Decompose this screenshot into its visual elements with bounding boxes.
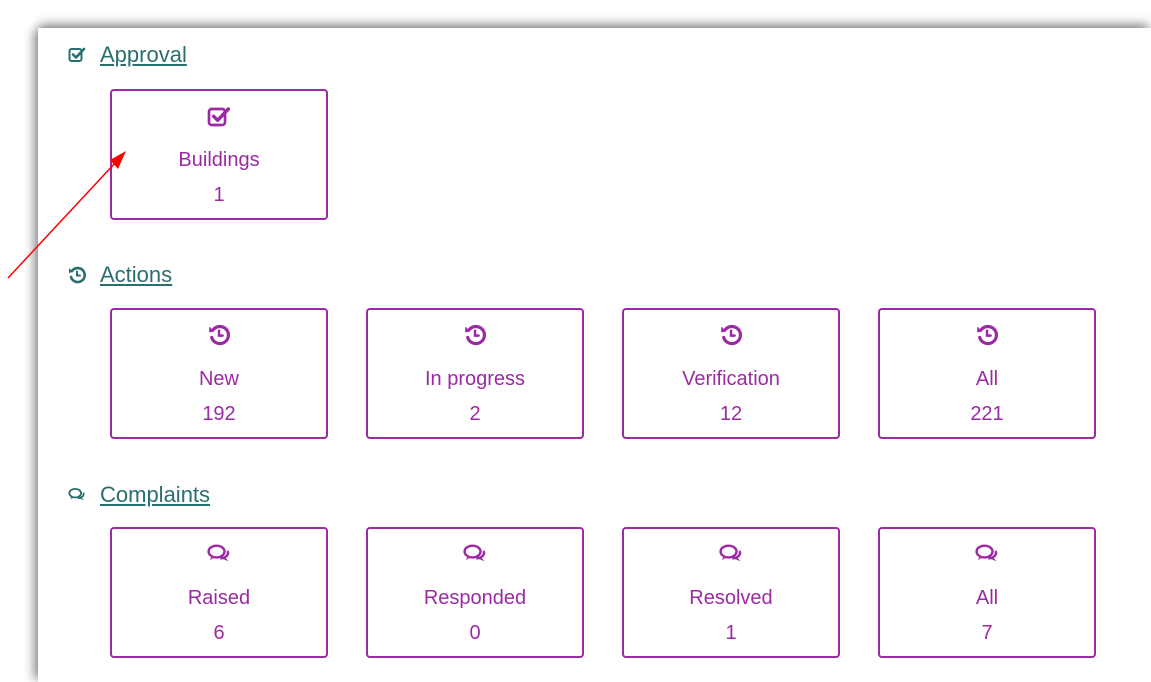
tile-label: Responded: [423, 587, 527, 609]
check-square-icon: [68, 46, 86, 64]
comments-icon: [880, 543, 1094, 567]
complaints-section-title: Complaints: [68, 482, 210, 508]
history-icon: [112, 324, 326, 348]
tile-actions-new[interactable]: New 192: [110, 308, 328, 439]
tile-count: 12: [719, 403, 743, 425]
complaints-link[interactable]: Complaints: [100, 482, 210, 508]
tile-label: Verification: [682, 368, 780, 390]
tile-count: 192: [202, 403, 236, 425]
actions-link[interactable]: Actions: [100, 262, 172, 288]
tile-label: New: [198, 368, 239, 390]
history-icon: [368, 324, 582, 348]
approval-section-title: Approval: [68, 42, 187, 68]
tile-complaints-responded[interactable]: Responded 0: [366, 527, 584, 658]
tile-count: 7: [981, 622, 993, 644]
tile-actions-in-progress[interactable]: In progress 2: [366, 308, 584, 439]
tile-actions-verification[interactable]: Verification 12: [622, 308, 840, 439]
tile-label: All: [975, 587, 999, 609]
tile-count: 6: [213, 622, 225, 644]
tile-actions-all[interactable]: All 221: [878, 308, 1096, 439]
tile-label: Resolved: [689, 587, 773, 609]
comments-icon: [68, 486, 86, 504]
tile-complaints-raised[interactable]: Raised 6: [110, 527, 328, 658]
history-icon: [68, 266, 86, 284]
tile-label: Raised: [187, 587, 251, 609]
tile-label: All: [975, 368, 999, 390]
check-square-icon: [112, 105, 326, 129]
comments-icon: [112, 543, 326, 567]
tile-complaints-all[interactable]: All 7: [878, 527, 1096, 658]
comments-icon: [368, 543, 582, 567]
tile-label: In progress: [424, 368, 526, 390]
actions-section-title: Actions: [68, 262, 172, 288]
tile-complaints-resolved[interactable]: Resolved 1: [622, 527, 840, 658]
comments-icon: [624, 543, 838, 567]
tile-count: 2: [469, 403, 481, 425]
tile-count: 1: [725, 622, 737, 644]
tile-count: 221: [970, 403, 1004, 425]
history-icon: [624, 324, 838, 348]
tile-count: 0: [469, 622, 481, 644]
tile-approval-buildings[interactable]: Buildings 1: [110, 89, 328, 220]
tile-count: 1: [213, 184, 225, 206]
tile-label: Buildings: [178, 149, 260, 171]
history-icon: [880, 324, 1094, 348]
approval-link[interactable]: Approval: [100, 42, 187, 68]
